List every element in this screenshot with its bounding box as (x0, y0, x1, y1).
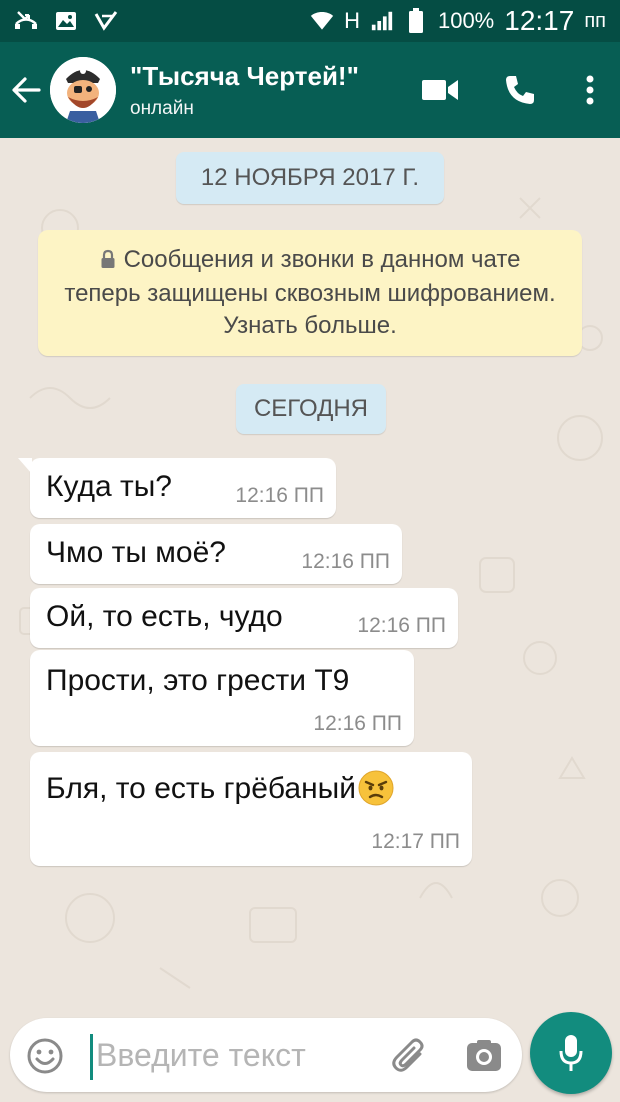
emoji-button[interactable] (26, 1037, 64, 1075)
more-vert-icon (586, 75, 594, 105)
bubble-tail (18, 458, 32, 474)
message-text: Бля, то есть грёбаный (46, 772, 356, 805)
attach-button[interactable] (390, 1036, 430, 1076)
back-arrow-icon (12, 77, 41, 103)
wifi-icon (310, 9, 334, 33)
contact-avatar[interactable] (50, 57, 116, 123)
voice-record-button[interactable] (530, 1012, 612, 1094)
microphone-icon (559, 1035, 583, 1071)
message-composer (10, 1018, 522, 1092)
phone-icon (506, 76, 534, 104)
status-clock: 12:17 (504, 5, 575, 36)
lock-icon (100, 246, 116, 278)
encryption-notice[interactable]: Сообщения и звонки в данном чате теперь … (38, 230, 582, 356)
text-caret (90, 1034, 93, 1080)
message-bubble[interactable]: Ой, то есть, чудо 12:16 ПП (30, 588, 458, 648)
status-bar: H 100% 12:17 пп (0, 0, 620, 42)
message-bubble[interactable]: Куда ты? 12:16 ПП (18, 458, 336, 518)
message-time: 12:17 ПП (371, 830, 460, 853)
message-input[interactable] (96, 1030, 376, 1080)
message-bubble[interactable]: Бля, то есть грёбаный 12:17 ПП (30, 752, 472, 866)
voice-call-button[interactable] (480, 60, 560, 120)
message-text: Ой, то есть, чудо (46, 600, 283, 633)
vk-notification-icon (94, 9, 118, 33)
gallery-icon (54, 9, 78, 33)
message-time: 12:16 ПП (357, 614, 446, 637)
camera-button[interactable] (464, 1036, 504, 1076)
more-options-button[interactable] (560, 60, 620, 120)
message-text: Прости, это грести Т9 (46, 664, 350, 697)
battery-percent: 100% (437, 8, 495, 33)
camera-icon (467, 1040, 501, 1071)
message-time: 12:16 ПП (301, 550, 390, 573)
smiley-icon (27, 1038, 63, 1074)
network-type: H (344, 8, 360, 33)
message-text: Куда ты? (46, 470, 172, 503)
missed-call-icon (14, 9, 38, 33)
signal-icon (370, 9, 394, 33)
message-text: Чмо ты моё? (46, 536, 226, 569)
message-time: 12:16 ПП (235, 484, 324, 507)
video-camera-icon (422, 80, 458, 100)
date-chip-past: 12 НОЯБРЯ 2017 Г. (176, 152, 444, 204)
status-ampm: пп (584, 9, 606, 32)
battery-icon (404, 8, 428, 33)
encryption-notice-text: Сообщения и звонки в данном чате теперь … (64, 246, 556, 339)
chat-header: "Тысяча Чертей!" онлайн (0, 42, 620, 138)
pirate-avatar-icon (50, 57, 116, 123)
date-chip-today: СЕГОДНЯ (236, 384, 386, 434)
message-text-container: Бля, то есть грёбаный (46, 770, 394, 814)
contact-status: онлайн (130, 97, 194, 119)
chat-title[interactable]: "Тысяча Чертей!" (130, 61, 359, 92)
angry-face-emoji-icon (358, 770, 394, 814)
message-time: 12:16 ПП (313, 712, 402, 735)
message-bubble[interactable]: Прости, это грести Т9 12:16 ПП (30, 650, 414, 746)
video-call-button[interactable] (400, 60, 480, 120)
paperclip-icon (392, 1038, 424, 1072)
chat-area[interactable]: 12 НОЯБРЯ 2017 Г. Сообщения и звонки в д… (0, 138, 620, 1018)
back-button[interactable] (4, 60, 48, 120)
message-bubble[interactable]: Чмо ты моё? 12:16 ПП (30, 524, 402, 584)
